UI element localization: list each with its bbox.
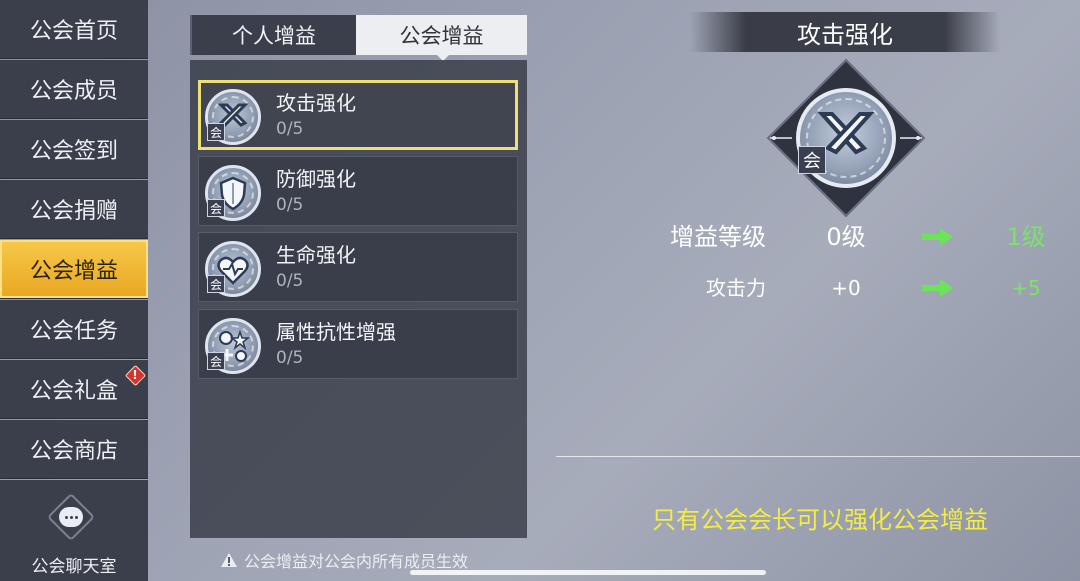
buff-level: 0/5 (276, 271, 304, 291)
stat-next-value: +5 (1011, 276, 1041, 300)
sidebar-item-giftbox[interactable]: 公会礼盒 ! (0, 360, 148, 419)
buff-name: 攻击强化 (276, 91, 356, 115)
arrow-right-icon (922, 279, 953, 297)
stat-label: 攻击力 (706, 276, 766, 300)
crossed-swords-icon: 会 (205, 89, 261, 145)
buff-item-health[interactable]: 会 生命强化 0/5 (198, 232, 518, 302)
sidebar-item-members[interactable]: 公会成员 (0, 60, 148, 119)
buff-name: 防御强化 (276, 167, 356, 191)
arrow-right-icon (922, 228, 953, 246)
shield-icon: 会 (205, 165, 261, 221)
guild-tag: 会 (207, 352, 225, 370)
sidebar-item-label: 公会首页 (29, 19, 118, 44)
detail-title: 攻击强化 (690, 12, 1000, 52)
stat-label: 增益等级 (670, 223, 766, 251)
stat-current-value: 0级 (826, 223, 866, 251)
stat-row-attack: 攻击力 +0 +5 (600, 268, 1080, 308)
buff-item-resistance[interactable]: 会 属性抗性增强 0/5 (198, 309, 518, 379)
sidebar-item-label: 公会成员 (29, 79, 118, 104)
buff-item-defense[interactable]: 会 防御强化 0/5 (198, 156, 518, 226)
guild-tag: 会 (798, 146, 826, 174)
elements-icon: 会 (205, 318, 261, 374)
sidebar-item-label: 公会捐赠 (29, 199, 118, 224)
sidebar-item-tasks[interactable]: 公会任务 (0, 300, 148, 359)
sidebar-item-label: 公会签到 (29, 139, 118, 164)
warning-icon (221, 553, 237, 567)
heart-icon: 会 (205, 241, 261, 297)
stat-next-value: 1级 (1006, 223, 1046, 251)
sidebar-item-home[interactable]: 公会首页 (0, 0, 148, 59)
buff-level: 0/5 (276, 348, 304, 368)
tab-label: 个人增益 (232, 24, 316, 48)
chat-label: 公会聊天室 (31, 557, 117, 577)
horizontal-scrollbar[interactable] (410, 570, 766, 575)
tab-label: 公会增益 (399, 24, 484, 48)
guild-chat-button[interactable]: 公会聊天室 (0, 480, 148, 581)
sidebar-item-buffs[interactable]: 公会增益 (0, 240, 148, 299)
guild-tag: 会 (207, 123, 225, 141)
buff-level: 0/5 (276, 119, 304, 139)
sidebar-item-label: 公会增益 (29, 259, 118, 284)
guild-sidebar: 公会首页 公会成员 公会签到 公会捐赠 公会增益 公会任务 公会礼盒 ! 公会商… (0, 0, 148, 581)
buff-item-attack[interactable]: 会 攻击强化 0/5 (198, 80, 518, 150)
sidebar-item-shop[interactable]: 公会商店 (0, 420, 148, 479)
buff-tabs: 个人增益 公会增益 (190, 15, 527, 55)
notice-text: 公会增益对公会内所有成员生效 (244, 552, 469, 571)
buff-level: 0/5 (276, 195, 304, 215)
chat-bubble-icon (46, 492, 96, 542)
sidebar-item-checkin[interactable]: 公会签到 (0, 120, 148, 179)
tab-personal-buff[interactable]: 个人增益 (190, 15, 356, 55)
tab-guild-buff[interactable]: 公会增益 (356, 15, 527, 55)
buff-name: 属性抗性增强 (276, 320, 396, 344)
divider (556, 456, 1080, 457)
sidebar-item-label: 公会礼盒 (29, 379, 118, 404)
sidebar-item-label: 公会任务 (29, 319, 118, 344)
guild-tag: 会 (207, 275, 225, 293)
sidebar-item-donate[interactable]: 公会捐赠 (0, 180, 148, 239)
alert-badge-icon: ! (124, 364, 146, 386)
stat-row-level: 增益等级 0级 1级 (600, 217, 1080, 257)
detail-title-text: 攻击强化 (797, 20, 893, 49)
buff-notice: 公会增益对公会内所有成员生效 (220, 548, 468, 572)
guild-tag: 会 (207, 199, 225, 217)
buff-name: 生命强化 (276, 243, 356, 267)
permission-hint: 只有公会会长可以强化公会增益 (652, 506, 988, 534)
stat-current-value: +0 (831, 276, 861, 300)
crossed-swords-icon: 会 (766, 58, 926, 218)
sidebar-item-label: 公会商店 (29, 439, 118, 464)
